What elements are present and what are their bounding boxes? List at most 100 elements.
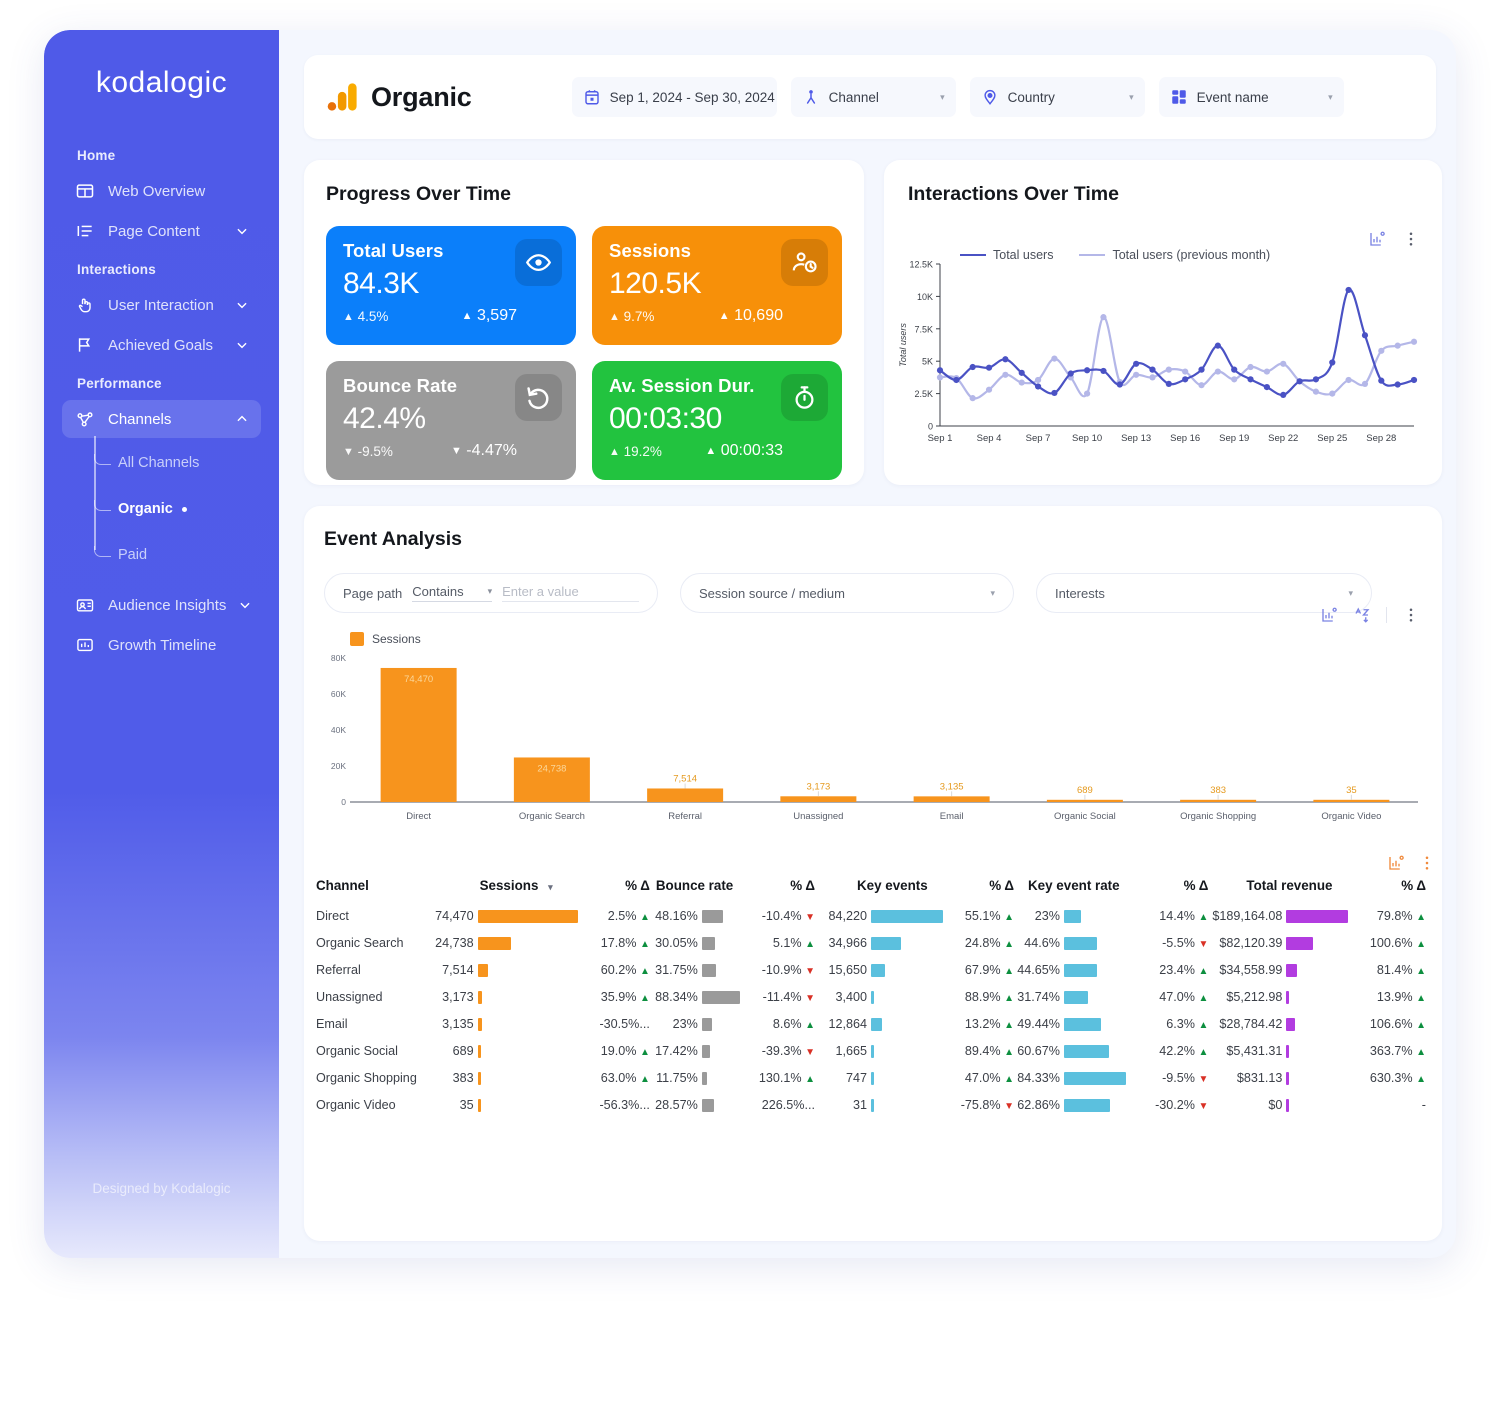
table-row[interactable]: Referral 7,514 60.2% ▲ 31.75% -10.9% ▼ 15,650… bbox=[316, 957, 1426, 984]
sidebar-subitem-all-channels[interactable]: All Channels bbox=[110, 440, 279, 486]
cell-bounce-rate: 31.75% bbox=[650, 957, 751, 984]
date-range-filter[interactable]: Sep 1, 2024 - Sep 30, 2024 ▾ bbox=[571, 77, 806, 117]
col-key-event-rate-delta[interactable]: % Δ bbox=[1149, 878, 1209, 903]
insights-chart-icon[interactable] bbox=[1320, 606, 1338, 624]
arrow-up-icon: ▲ bbox=[705, 445, 717, 457]
arrow-up-icon: ▲ bbox=[609, 445, 620, 458]
cell-key-events: 747 bbox=[815, 1065, 953, 1092]
bar-cell: 23% bbox=[1014, 909, 1149, 923]
page-path-input[interactable]: Enter a value bbox=[502, 584, 639, 602]
cell-value: $189,164.08 bbox=[1212, 909, 1283, 923]
chevron-down-icon bbox=[237, 302, 247, 309]
sidebar-item-achieved-goals[interactable]: Achieved Goals bbox=[62, 326, 261, 364]
arrow-up-icon: ▲ bbox=[461, 310, 473, 322]
chevron-up-icon bbox=[237, 415, 247, 422]
cell-bar bbox=[1286, 1098, 1290, 1112]
sort-alpha-icon[interactable] bbox=[1353, 606, 1371, 624]
sidebar-subitem-paid[interactable]: Paid bbox=[110, 532, 279, 578]
kpi-card-total-users[interactable]: Total Users 84.3K ▲ 4.5% ▲ 3,597 bbox=[326, 226, 576, 345]
cell-sessions: 24,738 bbox=[422, 930, 589, 957]
bar-cell: 30.05% bbox=[650, 936, 751, 950]
svg-text:10K: 10K bbox=[917, 292, 933, 302]
page-path-filter[interactable]: Page path Contains ▾ Enter a value bbox=[324, 573, 658, 613]
cell-key-event-rate: 23% bbox=[1014, 903, 1149, 930]
table-row[interactable]: Organic Shopping 383 63.0% ▲ 11.75% 130.1% ▲… bbox=[316, 1065, 1426, 1092]
more-vertical-icon[interactable] bbox=[1402, 606, 1420, 624]
interactions-over-time-panel: Interactions Over Time Total users Total… bbox=[884, 160, 1442, 485]
country-filter[interactable]: Country ▾ bbox=[969, 77, 1145, 117]
col-key-event-rate[interactable]: Key event rate bbox=[1014, 878, 1149, 903]
cell-key-events: 84,220 bbox=[815, 903, 953, 930]
svg-text:20K: 20K bbox=[331, 761, 346, 771]
svg-text:7.5K: 7.5K bbox=[914, 324, 933, 334]
sidebar-subitem-organic[interactable]: Organic bbox=[110, 486, 279, 532]
arrow-up-icon: ▲ bbox=[639, 912, 650, 923]
chevron-down-icon bbox=[237, 342, 247, 349]
kpi-delta-pct: 19.2% bbox=[623, 443, 662, 459]
arrow-down-icon: ▼ bbox=[805, 912, 815, 923]
svg-text:Sep 10: Sep 10 bbox=[1072, 433, 1102, 444]
table-row[interactable]: Organic Search 24,738 17.8% ▲ 30.05% 5.1% ▲ 3… bbox=[316, 930, 1426, 957]
col-key-events-delta[interactable]: % Δ bbox=[953, 878, 1014, 903]
col-sessions[interactable]: Sessions ▾ bbox=[422, 878, 589, 903]
sidebar-item-user-interaction[interactable]: User Interaction bbox=[62, 286, 261, 324]
cell-sessions-delta: 2.5% ▲ bbox=[607, 909, 650, 923]
kpi-delta-pct: 4.5% bbox=[357, 308, 389, 324]
cell-channel: Direct bbox=[316, 909, 349, 923]
kpi-card-avg-session-duration[interactable]: Av. Session Dur. 00:03:30 ▲ 19.2% ▲ 00:0… bbox=[592, 361, 842, 480]
session-source-medium-filter[interactable]: Session source / medium ▾ bbox=[680, 573, 1014, 613]
insights-chart-icon[interactable] bbox=[1368, 230, 1386, 248]
table-row[interactable]: Organic Social 689 19.0% ▲ 17.42% -39.3% ▼ 1,… bbox=[316, 1038, 1426, 1065]
sidebar-item-growth-timeline[interactable]: Growth Timeline bbox=[62, 626, 261, 664]
cell-bounce-delta: 8.6% ▲ bbox=[772, 1017, 815, 1031]
table-row[interactable]: Organic Video 35 -56.3%... 28.57% 226.5%...… bbox=[316, 1092, 1426, 1119]
page-path-label: Page path bbox=[343, 585, 403, 601]
sidebar-item-page-content[interactable]: Page Content bbox=[62, 212, 261, 250]
table-row[interactable]: Direct 74,470 2.5% ▲ 48.16% -10.4% ▼ 84,220 55… bbox=[316, 903, 1426, 930]
cell-bar bbox=[477, 909, 578, 923]
legend-swatch bbox=[350, 632, 364, 646]
page-path-operator-select[interactable]: Contains ▾ bbox=[412, 584, 493, 602]
col-key-events[interactable]: Key events bbox=[815, 878, 953, 903]
sidebar-item-web-overview[interactable]: Web Overview bbox=[62, 172, 261, 210]
sidebar-footer: Designed by Kodalogic bbox=[92, 1181, 231, 1196]
channel-filter[interactable]: Channel ▾ bbox=[790, 77, 956, 117]
svg-text:Sep 22: Sep 22 bbox=[1268, 433, 1298, 444]
cell-value: 23% bbox=[672, 1017, 698, 1031]
col-channel[interactable]: Channel bbox=[316, 878, 422, 903]
arrow-up-icon: ▲ bbox=[1004, 1020, 1015, 1031]
bar-cell: 34,966 bbox=[815, 936, 953, 950]
col-bounce-delta[interactable]: % Δ bbox=[751, 878, 815, 903]
kpi-card-bounce-rate[interactable]: Bounce Rate 42.4% ▼ -9.5% ▼ -4.47% bbox=[326, 361, 576, 480]
svg-text:Organic Shopping: Organic Shopping bbox=[1180, 811, 1256, 822]
arrow-up-icon: ▲ bbox=[1198, 966, 1209, 977]
cell-bounce-rate: 30.05% bbox=[650, 930, 751, 957]
cell-value: $5,431.31 bbox=[1226, 1044, 1283, 1058]
cell-bounce-delta: -10.4% ▼ bbox=[761, 909, 815, 923]
table-row[interactable]: Email 3,135 -30.5%... 23% 8.6% ▲ 12,864 13.2%… bbox=[316, 1011, 1426, 1038]
col-sessions-delta[interactable]: % Δ bbox=[589, 878, 650, 903]
event-name-filter[interactable]: Event name ▾ bbox=[1158, 77, 1344, 117]
sidebar-item-channels[interactable]: Channels bbox=[62, 400, 261, 438]
table-row[interactable]: Unassigned 3,173 35.9% ▲ 88.34% -11.4% ▼ 3,40… bbox=[316, 984, 1426, 1011]
share-nodes-icon bbox=[74, 408, 96, 430]
arrow-down-icon: ▼ bbox=[1198, 1101, 1209, 1112]
cell-value: $831.13 bbox=[1236, 1071, 1283, 1085]
more-vertical-icon[interactable] bbox=[1402, 230, 1420, 248]
kpi-card-sessions[interactable]: Sessions 120.5K ▲ 9.7% ▲ 10,690 bbox=[592, 226, 842, 345]
cell-bar bbox=[701, 1071, 707, 1085]
insights-chart-icon[interactable] bbox=[1387, 854, 1405, 872]
cell-key-events-delta: 88.9% ▲ bbox=[964, 990, 1015, 1004]
cell-bar bbox=[1286, 1071, 1290, 1085]
stopwatch-icon bbox=[781, 374, 828, 421]
more-vertical-icon[interactable] bbox=[1418, 854, 1436, 872]
cell-value: 31 bbox=[852, 1098, 867, 1112]
cell-revenue-delta: - bbox=[1421, 1098, 1426, 1112]
col-bounce-rate[interactable]: Bounce rate bbox=[650, 878, 751, 903]
sidebar-item-audience-insights[interactable]: Audience Insights bbox=[62, 586, 261, 624]
bar-chart-svg: 0 20K 40K 60K 80K 74,470 Direct 24,738 Organic S… bbox=[331, 653, 1418, 822]
col-total-revenue[interactable]: Total revenue bbox=[1208, 878, 1365, 903]
svg-text:Sep 28: Sep 28 bbox=[1366, 433, 1396, 444]
col-revenue-delta[interactable]: % Δ bbox=[1365, 878, 1426, 903]
svg-text:Sep 16: Sep 16 bbox=[1170, 433, 1200, 444]
